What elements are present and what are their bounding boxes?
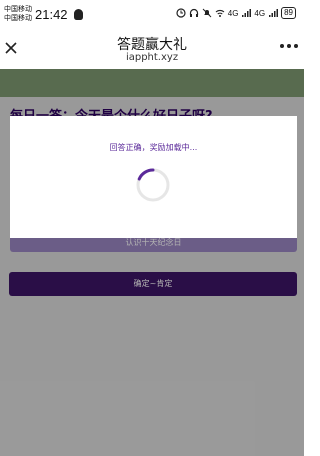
carrier-info: 中国移动 中国移动 (4, 5, 32, 23)
status-bar: 中国移动 中国移动 21:42 4G 4G 89 (0, 0, 304, 31)
battery-indicator: 89 (281, 7, 296, 19)
carrier-2: 中国移动 (4, 14, 32, 22)
network-type-2: 4G (254, 8, 266, 18)
more-icon[interactable] (280, 44, 298, 50)
modal-message: 回答正确，奖励加载中... (109, 143, 198, 152)
status-time: 21:42 (35, 7, 68, 22)
wifi-icon (215, 9, 225, 17)
nav-bar: 答题赢大礼 iappht.xyz (0, 31, 304, 69)
alarm-icon (176, 8, 186, 18)
headphones-icon (189, 8, 198, 17)
qq-icon (74, 9, 83, 20)
page-url: iappht.xyz (125, 52, 179, 63)
signal-icon (242, 9, 252, 17)
signal-icon (269, 9, 279, 17)
page-title: 答题赢大礼 (117, 36, 187, 52)
bell-off-icon (202, 8, 212, 18)
loading-spinner-icon (136, 168, 170, 202)
carrier-1: 中国移动 (4, 5, 32, 13)
network-type-1: 4G (227, 8, 239, 18)
status-icons: 4G 4G 89 (176, 7, 296, 19)
